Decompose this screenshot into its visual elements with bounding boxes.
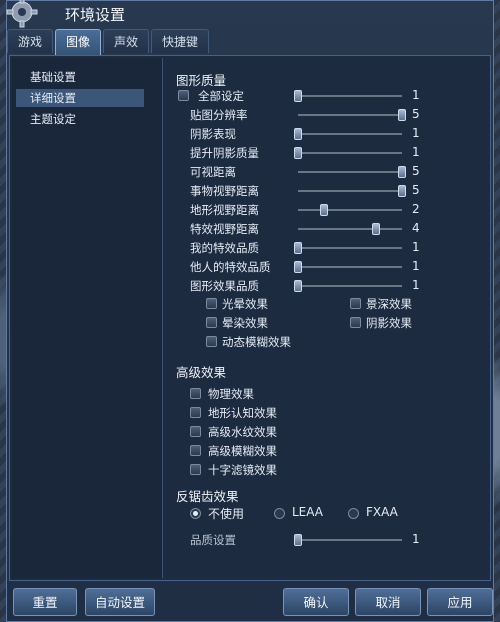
slider-label: 阴影表现 xyxy=(190,127,236,141)
setting-slider[interactable] xyxy=(298,166,406,178)
window-title: 环境设置 xyxy=(65,6,126,24)
tab-game[interactable]: 游戏 xyxy=(7,29,54,53)
motion-blur-label: 动态模糊效果 xyxy=(222,335,291,349)
bloom-label: 光晕效果 xyxy=(222,297,268,311)
tab-hotkeys[interactable]: 快捷键 xyxy=(151,29,210,53)
depth-of-field-label: 景深效果 xyxy=(366,297,412,311)
all-settings-checkbox[interactable] xyxy=(178,90,189,101)
auto-settings-button[interactable]: 自动设置 xyxy=(85,588,155,616)
aa-off-radio[interactable] xyxy=(190,508,201,519)
cancel-button[interactable]: 取消 xyxy=(355,588,421,616)
slider-label: 事物视野距离 xyxy=(190,184,259,198)
setting-slider[interactable] xyxy=(298,204,402,216)
slider-handle[interactable] xyxy=(294,280,302,292)
all-settings-label: 全部设定 xyxy=(198,89,244,103)
shadow-effect-label: 阴影效果 xyxy=(366,316,412,330)
slider-label: 我的特效品质 xyxy=(190,241,259,255)
water-ripple-label: 高级水纹效果 xyxy=(208,425,277,439)
slider-value: 1 xyxy=(412,145,420,159)
physics-label: 物理效果 xyxy=(208,387,254,401)
bloom-checkbox[interactable] xyxy=(206,298,217,309)
blur-effect-label: 晕染效果 xyxy=(222,316,268,330)
slider-handle[interactable] xyxy=(294,147,302,159)
slider-handle[interactable] xyxy=(398,166,406,178)
slider-handle[interactable] xyxy=(320,204,328,216)
slider-value: 5 xyxy=(412,183,420,197)
section-antialiasing: 反锯齿效果 xyxy=(176,489,239,504)
slider-handle[interactable] xyxy=(372,223,380,235)
slider-handle[interactable] xyxy=(294,261,302,273)
slider-value: 1 xyxy=(412,126,420,140)
sidebar-item-basic[interactable]: 基础设置 xyxy=(16,68,144,86)
setting-slider[interactable] xyxy=(294,147,402,159)
title-bar: 环境设置 xyxy=(6,0,493,29)
blur-effect-checkbox[interactable] xyxy=(206,317,217,328)
aa-leaa-radio[interactable] xyxy=(274,508,285,519)
section-advanced-effects: 高级效果 xyxy=(176,365,227,380)
slider-handle[interactable] xyxy=(294,534,302,546)
tab-graphics[interactable]: 图像 xyxy=(55,29,102,55)
tab-sound[interactable]: 声效 xyxy=(103,29,150,53)
setting-slider[interactable] xyxy=(298,109,406,121)
slider-value: 4 xyxy=(412,221,420,235)
sidebar-item-theme[interactable]: 主题设定 xyxy=(16,110,144,128)
slider-label: 他人的特效品质 xyxy=(190,260,271,274)
gear-icon xyxy=(6,0,38,28)
aa-leaa-label: LEAA xyxy=(292,505,324,519)
slider-handle[interactable] xyxy=(294,90,302,102)
slider-value: 1 xyxy=(412,278,420,292)
slider-handle[interactable] xyxy=(294,128,302,140)
setting-slider[interactable] xyxy=(294,280,402,292)
all-settings-slider[interactable] xyxy=(294,90,402,102)
reset-button[interactable]: 重置 xyxy=(13,588,77,616)
cross-filter-label: 十字滤镜效果 xyxy=(208,463,277,477)
slider-label: 图形效果品质 xyxy=(190,279,259,293)
slider-handle[interactable] xyxy=(294,242,302,254)
aa-fxaa-label: FXAA xyxy=(366,505,398,519)
terrain-awareness-label: 地形认知效果 xyxy=(208,406,277,420)
slider-value: 2 xyxy=(412,202,420,216)
slider-handle[interactable] xyxy=(398,109,406,121)
slider-handle[interactable] xyxy=(398,185,406,197)
settings-panel: 基础设置 详细设置 主题设定 图形质量 全部设定 1 贴图分辨率 5 阴影表现 1 提升… xyxy=(9,55,491,581)
aa-off-label: 不使用 xyxy=(208,507,245,521)
slider-label: 可视距离 xyxy=(190,165,236,179)
section-graphics-quality: 图形质量 xyxy=(176,73,227,88)
settings-window: 环境设置 游戏 图像 声效 快捷键 基础设置 详细设置 主题设定 图形质量 全部… xyxy=(6,0,494,622)
slider-value: 1 xyxy=(412,259,420,273)
quality-setting-label: 品质设置 xyxy=(190,533,236,547)
slider-label: 贴图分辨率 xyxy=(190,108,248,122)
tab-bar: 游戏 图像 声效 快捷键 xyxy=(7,29,211,55)
motion-blur-checkbox[interactable] xyxy=(206,336,217,347)
setting-slider[interactable] xyxy=(294,242,402,254)
slider-label: 特效视野距离 xyxy=(190,222,259,236)
shadow-effect-checkbox[interactable] xyxy=(350,317,361,328)
terrain-awareness-checkbox[interactable] xyxy=(190,407,201,418)
advanced-blur-checkbox[interactable] xyxy=(190,445,201,456)
physics-checkbox[interactable] xyxy=(190,388,201,399)
settings-content: 图形质量 全部设定 1 贴图分辨率 5 阴影表现 1 提升阴影质量 1 可视距离 5 事物视野距… xyxy=(168,58,488,578)
setting-slider[interactable] xyxy=(298,185,406,197)
advanced-blur-label: 高级模糊效果 xyxy=(208,444,277,458)
slider-label: 提升阴影质量 xyxy=(190,146,259,160)
sidebar-item-detail[interactable]: 详细设置 xyxy=(16,89,144,107)
quality-setting-value: 1 xyxy=(412,532,420,546)
depth-of-field-checkbox[interactable] xyxy=(350,298,361,309)
setting-slider[interactable] xyxy=(294,261,402,273)
confirm-button[interactable]: 确认 xyxy=(283,588,349,616)
slider-value: 5 xyxy=(412,164,420,178)
slider-value: 5 xyxy=(412,107,420,121)
setting-slider[interactable] xyxy=(294,128,402,140)
apply-button[interactable]: 应用 xyxy=(427,588,493,616)
settings-sidebar: 基础设置 详细设置 主题设定 xyxy=(12,58,163,578)
quality-setting-slider[interactable] xyxy=(294,534,402,546)
slider-value: 1 xyxy=(412,240,420,254)
cross-filter-checkbox[interactable] xyxy=(190,464,201,475)
slider-label: 地形视野距离 xyxy=(190,203,259,217)
water-ripple-checkbox[interactable] xyxy=(190,426,201,437)
aa-fxaa-radio[interactable] xyxy=(348,508,359,519)
all-settings-value: 1 xyxy=(412,88,420,102)
setting-slider[interactable] xyxy=(298,223,402,235)
